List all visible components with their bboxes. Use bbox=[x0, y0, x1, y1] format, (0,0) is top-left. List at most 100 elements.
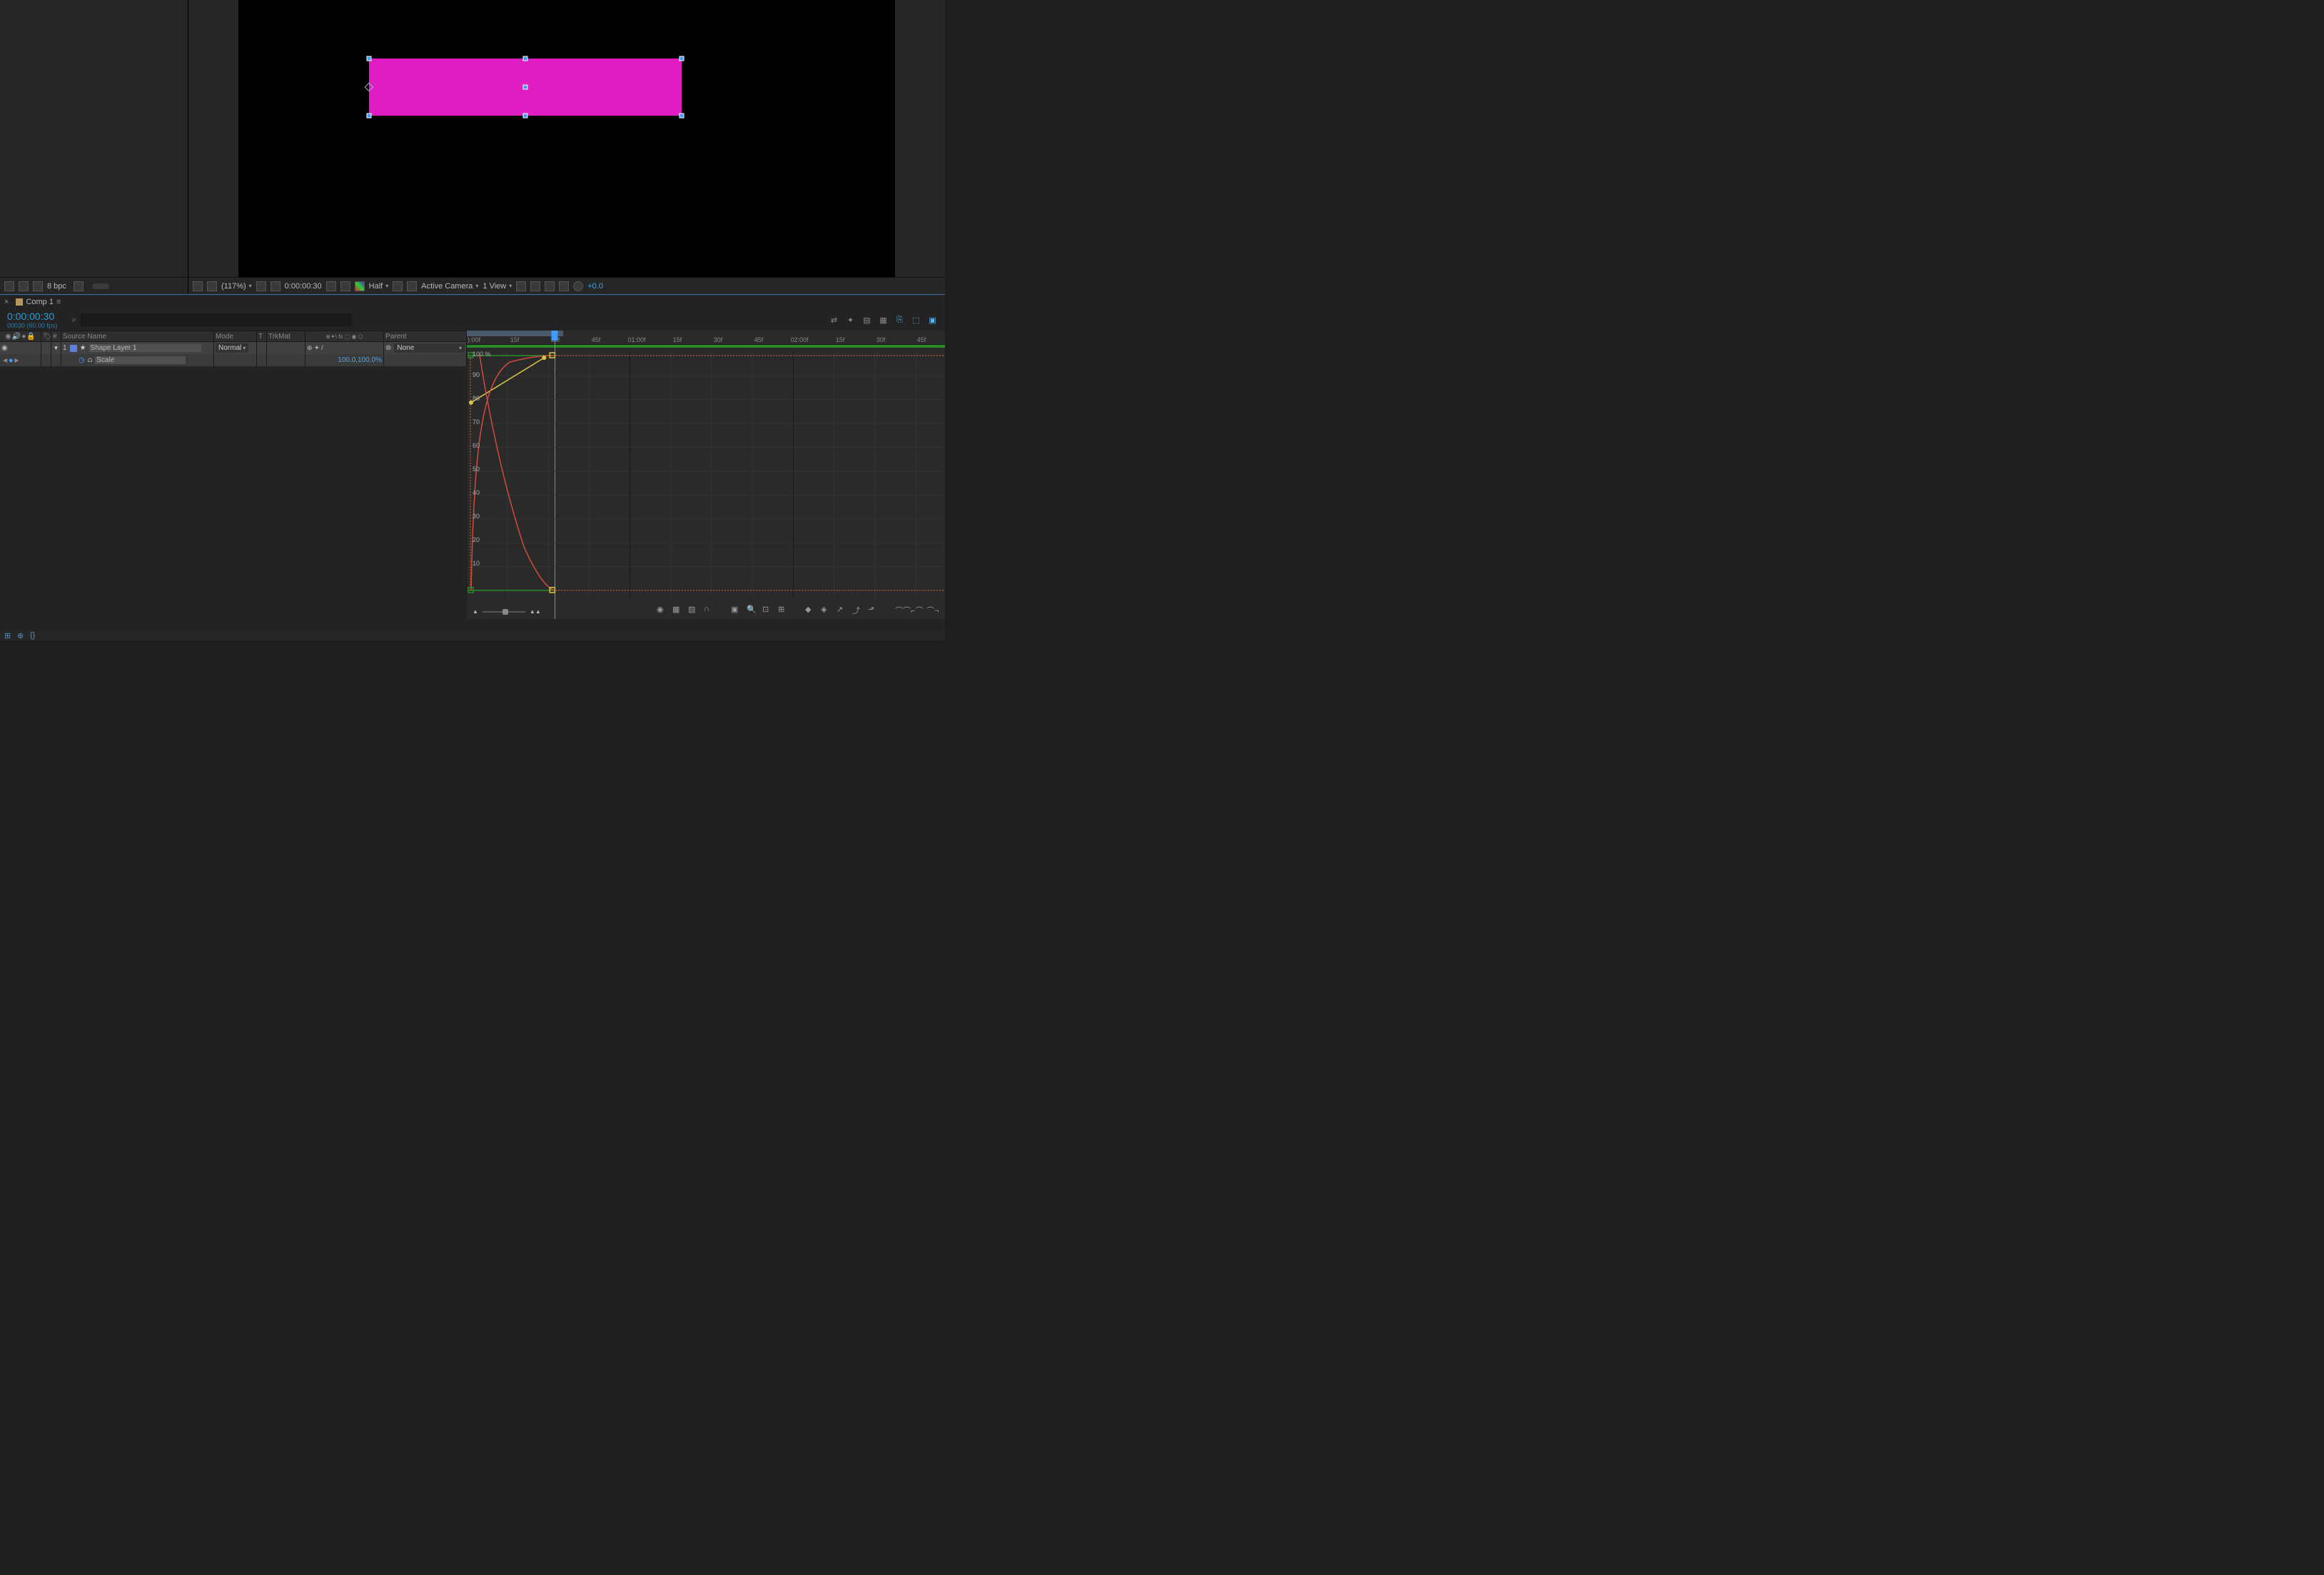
project-panel[interactable]: 8 bpc bbox=[0, 0, 188, 294]
viewer-timecode[interactable]: 0:00:00:30 bbox=[285, 282, 322, 291]
toggle-modes-icon[interactable]: ⊕ bbox=[17, 631, 26, 640]
exposure-value[interactable]: +0.0 bbox=[587, 282, 603, 291]
trash-icon[interactable] bbox=[74, 281, 84, 291]
layer-duration-bar[interactable] bbox=[467, 345, 945, 348]
ruler-tick[interactable]: 45f bbox=[917, 336, 926, 343]
project-body[interactable] bbox=[0, 0, 188, 277]
camera-dropdown[interactable]: Active Camera▾ bbox=[421, 282, 478, 291]
ruler-tick[interactable]: 30f bbox=[876, 336, 886, 343]
layer-row[interactable]: ◉ ▼ 1 ★ Shape Layer 1 Normal▾ ⊕ ✦ / bbox=[0, 342, 467, 354]
graph-area[interactable]: 100 % 90 80 70 60 50 40 30 20 10 bbox=[467, 352, 945, 598]
vf-ic-a[interactable] bbox=[516, 281, 526, 291]
comp-viewer[interactable] bbox=[238, 0, 895, 277]
braces-icon[interactable]: {} bbox=[30, 631, 39, 640]
nudge-icon[interactable] bbox=[193, 281, 203, 291]
ruler-tick[interactable]: 15f bbox=[673, 336, 682, 343]
next-kf-icon[interactable]: ▶ bbox=[14, 357, 19, 363]
zoom-slider[interactable]: ▲ ▲▲ bbox=[473, 608, 541, 615]
ruler-tick[interactable]: 45f bbox=[592, 336, 601, 343]
new-comp-icon[interactable] bbox=[33, 281, 43, 291]
snap-icon[interactable]: ⬚ bbox=[911, 315, 921, 326]
draft3d-icon[interactable]: ✦ bbox=[845, 315, 856, 326]
slider[interactable] bbox=[92, 283, 109, 289]
search-icon[interactable]: ⌕ bbox=[72, 316, 76, 325]
layer-color-icon[interactable] bbox=[70, 345, 77, 352]
tab-menu-icon[interactable]: ≡ bbox=[56, 298, 61, 306]
tab-close-icon[interactable]: × bbox=[4, 298, 9, 306]
frame-blend-icon[interactable]: ▤ bbox=[862, 315, 872, 326]
ge-fit-icon[interactable]: 🔍 bbox=[747, 605, 757, 615]
graph-editor[interactable]: ):00f15f30f45f01:00f15f30f45f02:00f15f30… bbox=[467, 331, 945, 619]
stopwatch-icon[interactable]: ◷ bbox=[79, 356, 85, 364]
zoom-dropdown[interactable]: (117%)▾ bbox=[221, 282, 252, 291]
vf-ic-b[interactable] bbox=[530, 281, 540, 291]
speaker-icon[interactable]: 🔊 bbox=[12, 333, 21, 341]
graph-editor-icon[interactable]: ⎘ bbox=[894, 315, 905, 326]
ge-easyease-icon[interactable]: ⌒⌒ bbox=[895, 605, 905, 615]
ruler-tick[interactable]: ):00f bbox=[468, 336, 480, 343]
resolution-dropdown[interactable]: Half▾ bbox=[369, 282, 389, 291]
ge-choose-props-icon[interactable]: ▦ bbox=[672, 605, 682, 615]
eye-icon[interactable]: ◉ bbox=[5, 333, 11, 341]
property-value[interactable]: 100.0,100.0% bbox=[338, 356, 382, 364]
ge-autozoom-icon[interactable]: ⊡ bbox=[762, 605, 772, 615]
mode-dropdown[interactable]: Normal▾ bbox=[216, 343, 248, 353]
ge-autobezier-icon[interactable]: ⤴ bbox=[852, 605, 862, 615]
ruler-tick[interactable]: 30f bbox=[714, 336, 723, 343]
work-area-bar[interactable] bbox=[467, 331, 563, 336]
graph-prop-icon[interactable]: ⩍ bbox=[88, 356, 93, 364]
ge-snap-icon[interactable]: ∩ bbox=[704, 605, 714, 615]
pickwhip-icon[interactable]: ⊚ bbox=[385, 344, 391, 352]
time-ruler[interactable]: ):00f15f30f45f01:00f15f30f45f02:00f15f30… bbox=[467, 331, 945, 345]
bpc-label[interactable]: 8 bpc bbox=[47, 282, 66, 291]
playhead-head-icon[interactable] bbox=[552, 331, 558, 341]
ge-linear-icon[interactable]: ↗ bbox=[837, 605, 847, 615]
res-icon[interactable] bbox=[256, 281, 266, 291]
ge-hold-icon[interactable]: ⬏ bbox=[868, 605, 878, 615]
roi-icon[interactable] bbox=[393, 281, 403, 291]
ruler-tick[interactable]: 01:00f bbox=[627, 336, 645, 343]
transparency-grid-icon[interactable] bbox=[407, 281, 417, 291]
ge-fitall-icon[interactable]: ⊞ bbox=[778, 605, 788, 615]
source-name-col[interactable]: Source Name bbox=[61, 331, 214, 341]
ge-easeout-icon[interactable]: ⌒¬ bbox=[926, 605, 936, 615]
exposure-reset-icon[interactable] bbox=[573, 281, 583, 291]
tag-col-icon[interactable]: 🏷 bbox=[41, 331, 51, 341]
layer-switch-icons[interactable]: ⊕ ✦ / bbox=[307, 344, 323, 352]
monitor-icon[interactable] bbox=[207, 281, 217, 291]
keyframe-diamond-icon[interactable] bbox=[365, 83, 374, 92]
ge-transform-icon[interactable]: ▣ bbox=[731, 605, 741, 615]
ruler-tick[interactable]: 15f bbox=[836, 336, 845, 343]
ruler-tick[interactable]: 15f bbox=[510, 336, 520, 343]
motion-blur-icon[interactable]: ▦ bbox=[878, 315, 889, 326]
folder-icon[interactable] bbox=[19, 281, 29, 291]
ge-easein-icon[interactable]: ⌐⌒ bbox=[911, 605, 921, 615]
shape-layer-rect[interactable] bbox=[369, 59, 682, 116]
markers-icon[interactable]: ▣ bbox=[927, 315, 938, 326]
ruler-tick[interactable]: 02:00f bbox=[790, 336, 808, 343]
views-dropdown[interactable]: 1 View▾ bbox=[483, 282, 512, 291]
vf-ic-d[interactable] bbox=[559, 281, 569, 291]
timeline-search-input[interactable] bbox=[81, 313, 352, 326]
snapshot-icon[interactable] bbox=[326, 281, 336, 291]
twirl-down-icon[interactable]: ▼ bbox=[54, 345, 59, 351]
ge-separate-icon[interactable]: ◆ bbox=[805, 605, 815, 615]
solo-icon[interactable]: ● bbox=[21, 333, 26, 341]
lock-icon[interactable]: 🔒 bbox=[26, 333, 35, 341]
layer-eye-icon[interactable]: ◉ bbox=[1, 344, 8, 352]
layer-name[interactable]: Shape Layer 1 bbox=[89, 344, 201, 352]
ge-edit-icon[interactable]: ◈ bbox=[821, 605, 831, 615]
ge-eye-icon[interactable]: ◉ bbox=[657, 605, 667, 615]
switches-icons[interactable]: ⊕✦\ fx ⬚ ◉ ⬡ bbox=[325, 333, 363, 340]
parent-dropdown[interactable]: None▾ bbox=[394, 343, 465, 353]
property-row[interactable]: ◀ ◆ ▶ ◷ ⩍ Scale 100.0,100.0% bbox=[0, 354, 467, 366]
mask-icon[interactable] bbox=[271, 281, 281, 291]
timeline-timecode[interactable]: 0:00:00:30 bbox=[7, 311, 54, 322]
prev-kf-icon[interactable]: ◀ bbox=[3, 357, 7, 363]
property-name[interactable]: Scale bbox=[95, 356, 186, 364]
add-kf-icon[interactable]: ◆ bbox=[9, 357, 13, 363]
ruler-tick[interactable]: 45f bbox=[754, 336, 764, 343]
comp-tab[interactable]: Comp 1 ≡ bbox=[11, 296, 65, 308]
show-snapshot-icon[interactable] bbox=[340, 281, 350, 291]
footer-icon-1[interactable] bbox=[4, 281, 14, 291]
